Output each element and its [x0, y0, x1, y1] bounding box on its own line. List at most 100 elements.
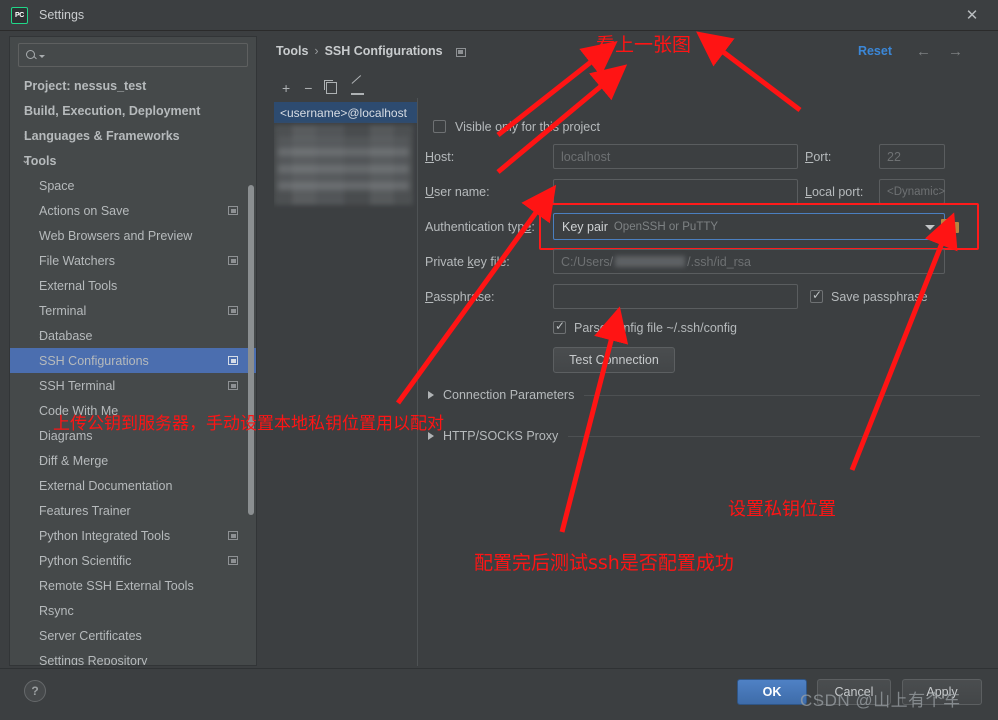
- sidebar-item-label: Python Scientific: [39, 553, 132, 568]
- ok-button[interactable]: OK: [737, 679, 807, 705]
- host-input[interactable]: localhost: [553, 144, 798, 169]
- sidebar-item-label: External Documentation: [39, 478, 173, 493]
- modified-flag-icon: [228, 556, 238, 565]
- sidebar-item-settings-repository[interactable]: Settings Repository: [10, 648, 256, 666]
- browse-private-key-folder-icon[interactable]: [941, 219, 958, 233]
- sidebar-item-label: Diff & Merge: [39, 453, 109, 468]
- sidebar-item-label: External Tools: [39, 278, 118, 293]
- modified-flag-icon: [228, 381, 238, 390]
- sidebar-item-label: Rsync: [39, 603, 74, 618]
- sidebar-item-ssh-configurations[interactable]: SSH Configurations: [10, 348, 256, 373]
- sidebar-item-label: Server Certificates: [39, 628, 142, 643]
- username-input[interactable]: [553, 179, 798, 204]
- modified-flag-icon: [228, 306, 238, 315]
- local-port-input[interactable]: <Dynamic>: [879, 179, 945, 204]
- modified-flag-icon: [228, 256, 238, 265]
- private-key-input[interactable]: C:/Users/ /.ssh/id_rsa: [553, 249, 945, 274]
- passphrase-input[interactable]: [553, 284, 798, 309]
- search-box[interactable]: [18, 43, 248, 67]
- private-key-suffix: /.ssh/id_rsa: [687, 254, 752, 269]
- settings-tree: Project: nessus_test › Build, Execution, D…: [10, 73, 256, 666]
- sidebar-item-space[interactable]: Space: [10, 173, 256, 198]
- sidebar-item-label: Database: [39, 328, 93, 343]
- visible-only-checkbox[interactable]: [433, 120, 446, 133]
- modified-flag-icon: [228, 356, 238, 365]
- sidebar-item-database[interactable]: › Database: [10, 323, 256, 348]
- parse-config-label: Parse config file ~/.ssh/config: [574, 321, 737, 335]
- section-http-socks-proxy[interactable]: HTTP/SOCKS Proxy: [428, 429, 980, 443]
- port-input[interactable]: 22: [879, 144, 945, 169]
- annotation-text: 配置完后测试ssh是否配置成功: [474, 552, 734, 574]
- sidebar-item-label: SSH Terminal: [39, 378, 116, 393]
- username-label: User name:: [425, 185, 490, 199]
- sidebar-item-actions-on-save[interactable]: Actions on Save: [10, 198, 256, 223]
- sidebar-item-python-scientific[interactable]: Python Scientific: [10, 548, 256, 573]
- title-bar: PC Settings ✕: [0, 0, 998, 31]
- sidebar-item-label: Space: [39, 178, 75, 193]
- section-connection-parameters[interactable]: Connection Parameters: [428, 388, 980, 402]
- close-icon[interactable]: ✕: [964, 8, 980, 24]
- chevron-down-icon[interactable]: [925, 225, 935, 230]
- search-icon: [25, 49, 38, 62]
- settings-sidebar: Project: nessus_test › Build, Execution, D…: [9, 36, 257, 666]
- sidebar-item-label: Actions on Save: [39, 203, 130, 218]
- sidebar-item-external-documentation[interactable]: External Documentation: [10, 473, 256, 498]
- passphrase-label: Passphrase:: [425, 290, 495, 304]
- sidebar-item-label: Settings Repository: [39, 653, 148, 666]
- modified-flag-icon: [228, 531, 238, 540]
- sidebar-item-rsync[interactable]: Rsync: [10, 598, 256, 623]
- sidebar-item-label: SSH Configurations: [39, 353, 149, 368]
- auth-type-combobox[interactable]: Key pair OpenSSH or PuTTY: [553, 213, 945, 240]
- section-rule: [568, 435, 980, 437]
- port-label: Port:: [805, 150, 832, 164]
- sidebar-item-external-tools[interactable]: External Tools: [10, 273, 256, 298]
- search-input[interactable]: [45, 48, 247, 62]
- sidebar-item-python-integrated-tools[interactable]: Python Integrated Tools: [10, 523, 256, 548]
- sidebar-item-ssh-terminal[interactable]: SSH Terminal: [10, 373, 256, 398]
- sidebar-item-label: Tools: [24, 153, 57, 168]
- auth-type-value: Key pair: [562, 219, 608, 234]
- sidebar-item-label: Build, Execution, Deployment: [24, 103, 201, 118]
- sidebar-item-features-trainer[interactable]: Features Trainer: [10, 498, 256, 523]
- window-title: Settings: [39, 8, 85, 22]
- sidebar-item-label: Web Browsers and Preview: [39, 228, 193, 243]
- sidebar-item-languages-frameworks[interactable]: › Languages & Frameworks: [10, 123, 256, 148]
- save-passphrase-checkbox[interactable]: [810, 288, 823, 303]
- visible-only-label: Visible only for this project: [455, 120, 600, 134]
- annotation-text: 看上一张图: [596, 34, 692, 56]
- pycharm-logo-icon: PC: [11, 6, 28, 24]
- parse-config-checkbox[interactable]: [553, 319, 566, 334]
- modified-flag-icon: [228, 206, 238, 215]
- section-label: HTTP/SOCKS Proxy: [443, 429, 559, 443]
- sidebar-item-label: Languages & Frameworks: [24, 128, 180, 143]
- annotation-text: 设置私钥位置: [728, 499, 836, 520]
- private-key-prefix: C:/Users/: [561, 254, 614, 269]
- help-button[interactable]: ?: [24, 680, 46, 702]
- chevron-right-icon: [428, 391, 434, 399]
- sidebar-item-label: Features Trainer: [39, 503, 131, 518]
- sidebar-item-diff-merge[interactable]: › Diff & Merge: [10, 448, 256, 473]
- sidebar-item-label: Python Integrated Tools: [39, 528, 171, 543]
- annotation-text: 上传公钥到服务器，手动设置本地私钥位置用以配对: [53, 414, 444, 434]
- sidebar-item-server-certificates[interactable]: Server Certificates: [10, 623, 256, 648]
- host-label: Host:: [425, 150, 455, 164]
- sidebar-scrollbar[interactable]: [248, 185, 254, 515]
- save-passphrase-label: Save passphrase: [831, 290, 928, 304]
- sidebar-item-file-watchers[interactable]: File Watchers: [10, 248, 256, 273]
- sidebar-item-label: Project: nessus_test: [24, 78, 147, 93]
- sidebar-item-label: Terminal: [39, 303, 87, 318]
- auth-type-hint: OpenSSH or PuTTY: [613, 220, 719, 233]
- sidebar-item-remote-ssh-external-tools[interactable]: Remote SSH External Tools: [10, 573, 256, 598]
- sidebar-item-build-execution-deployment[interactable]: › Build, Execution, Deployment: [10, 98, 256, 123]
- sidebar-item-label: Remote SSH External Tools: [39, 578, 194, 593]
- sidebar-item-web-browsers-and-preview[interactable]: Web Browsers and Preview: [10, 223, 256, 248]
- section-label: Connection Parameters: [443, 388, 575, 402]
- sidebar-item-terminal[interactable]: Terminal: [10, 298, 256, 323]
- test-connection-button[interactable]: Test Connection: [553, 347, 675, 373]
- sidebar-item-project-nessus-test[interactable]: Project: nessus_test: [10, 73, 256, 98]
- section-rule: [584, 394, 980, 396]
- auth-type-label: Authentication type:: [425, 220, 535, 234]
- sidebar-item-tools[interactable]: ⌄ Tools: [10, 148, 256, 173]
- private-key-blurred-part: [615, 256, 686, 267]
- local-port-label: Local port:: [805, 185, 864, 199]
